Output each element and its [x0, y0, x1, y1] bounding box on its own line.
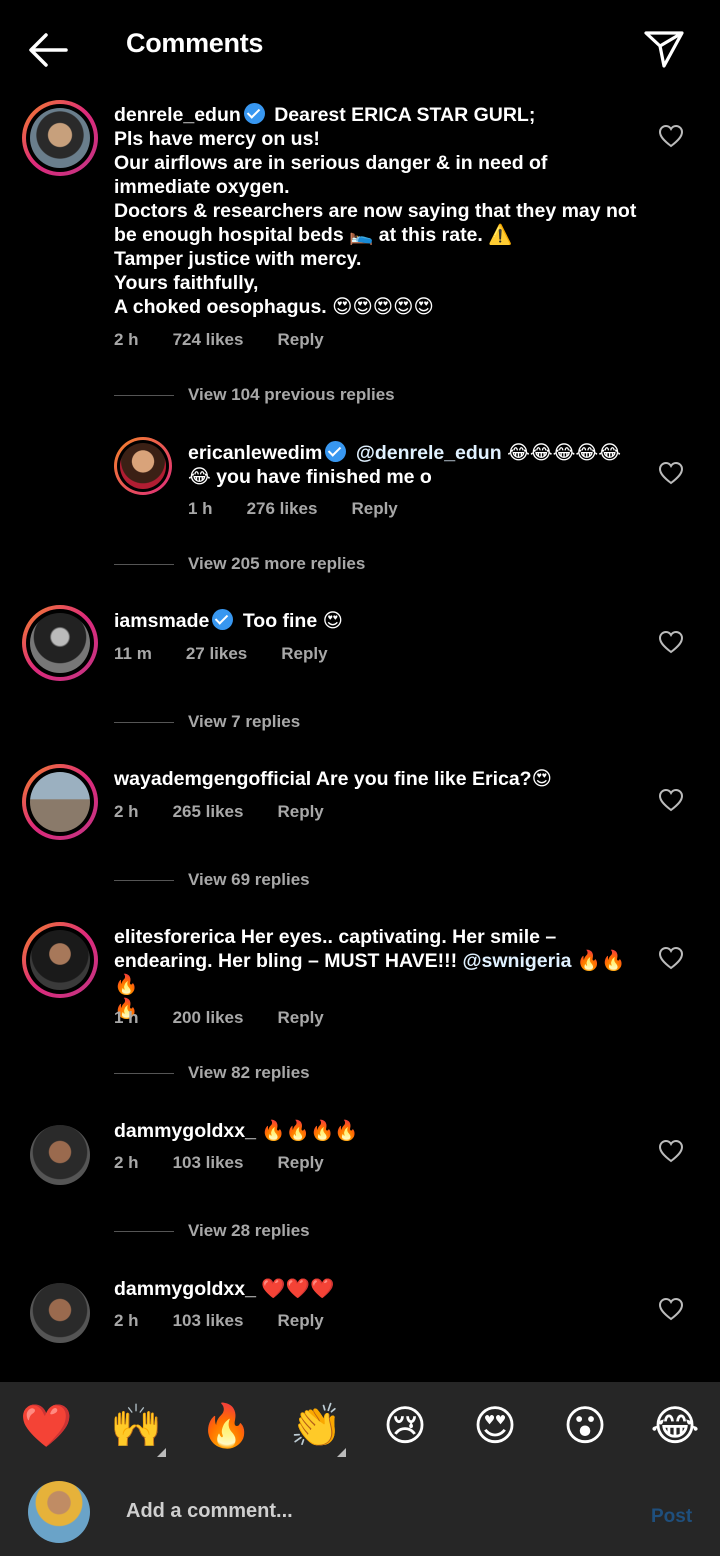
comment-body: 🔥🔥🔥🔥	[261, 1120, 359, 1142]
comment-meta: 11 m 27 likes Reply	[114, 644, 362, 664]
page-title: Comments	[126, 28, 264, 58]
username[interactable]: wayademgengofficial	[114, 768, 311, 790]
username[interactable]: elitesforerica	[114, 926, 235, 948]
reply-button[interactable]: Reply	[277, 1153, 323, 1172]
comment-meta: 1 h 276 likes Reply	[188, 499, 432, 519]
view-replies-button[interactable]: View 82 replies	[114, 1063, 310, 1083]
verified-badge-icon	[243, 103, 265, 124]
comment-text: iamsmade Too fine 😍	[114, 609, 644, 633]
post-button[interactable]: Post	[651, 1506, 692, 1528]
likes-count[interactable]: 276 likes	[247, 499, 318, 518]
heart-icon[interactable]	[658, 630, 684, 654]
reply-button[interactable]: Reply	[277, 1008, 323, 1027]
back-arrow-icon[interactable]	[26, 30, 70, 70]
avatar[interactable]	[114, 437, 172, 495]
mention-link[interactable]: @swnigeria	[463, 950, 572, 972]
comment-input[interactable]: Add a comment...	[126, 1500, 293, 1523]
reply-button[interactable]: Reply	[281, 644, 327, 663]
comment-time: 2 h	[114, 330, 139, 349]
heart-icon[interactable]	[658, 1139, 684, 1163]
view-replies-button[interactable]: View 205 more replies	[114, 554, 365, 574]
comment-time: 1 h	[114, 1008, 139, 1027]
view-replies-button[interactable]: View 104 previous replies	[114, 385, 395, 405]
reply-button[interactable]: Reply	[351, 499, 397, 518]
heart-icon[interactable]	[658, 946, 684, 970]
avatar[interactable]	[22, 1117, 98, 1193]
avatar[interactable]	[22, 922, 98, 998]
view-replies-label: View 104 previous replies	[188, 385, 395, 404]
likes-count[interactable]: 27 likes	[186, 644, 247, 663]
comment-time: 11 m	[114, 644, 152, 663]
username[interactable]: ericanlewedim	[188, 442, 322, 464]
view-replies-label: View 69 replies	[188, 870, 310, 889]
comment-time: 2 h	[114, 1153, 139, 1172]
view-replies-button[interactable]: View 28 replies	[114, 1221, 310, 1241]
avatar[interactable]	[22, 605, 98, 681]
header: Comments	[0, 0, 720, 92]
comment-meta: 2 h 103 likes Reply	[114, 1153, 358, 1173]
username[interactable]: denrele_edun	[114, 104, 241, 126]
likes-count[interactable]: 103 likes	[173, 1311, 244, 1330]
emoji-laughing[interactable]: 😂	[650, 1402, 700, 1450]
view-replies-label: View 82 replies	[188, 1063, 310, 1082]
comment-text: wayademgengofficial Are you fine like Er…	[114, 767, 644, 791]
comment-body: Dearest ERICA STAR GURL; Pls have mercy …	[114, 104, 637, 318]
heart-icon[interactable]	[658, 124, 684, 148]
avatar[interactable]	[22, 1275, 98, 1351]
username[interactable]: dammygoldxx_	[114, 1278, 256, 1300]
skin-tone-indicator-icon	[337, 1448, 346, 1457]
comment-text: dammygoldxx_ ❤️❤️❤️	[114, 1277, 644, 1301]
heart-icon[interactable]	[658, 461, 684, 485]
view-replies-button[interactable]: View 69 replies	[114, 870, 310, 890]
likes-count[interactable]: 265 likes	[173, 802, 244, 821]
comment-body: Are you fine like Erica?😍	[315, 768, 552, 790]
emoji-fire[interactable]: 🔥	[200, 1402, 252, 1450]
mention-link[interactable]: @denrele_edun	[356, 442, 502, 464]
comment-time: 2 h	[114, 802, 139, 821]
heart-icon[interactable]	[658, 788, 684, 812]
comment-text: elitesforerica Her eyes.. captivating. H…	[114, 925, 644, 1021]
view-replies-label: View 28 replies	[188, 1221, 310, 1240]
comment-meta: 1 h 200 likes Reply	[114, 1008, 358, 1028]
comment-text: denrele_edun Dearest ERICA STAR GURL; Pl…	[114, 103, 644, 319]
emoji-raised-hands[interactable]: 🙌	[110, 1402, 162, 1450]
emoji-heart[interactable]: ❤️	[20, 1402, 72, 1450]
reply-button[interactable]: Reply	[277, 1311, 323, 1330]
reply-button[interactable]: Reply	[277, 330, 323, 349]
likes-count[interactable]: 103 likes	[173, 1153, 244, 1172]
verified-badge-icon	[325, 441, 347, 462]
comment-meta: 2 h 265 likes Reply	[114, 802, 358, 822]
view-replies-button[interactable]: View 7 replies	[114, 712, 300, 732]
current-user-avatar	[28, 1481, 90, 1543]
username[interactable]: iamsmade	[114, 610, 209, 632]
view-replies-label: View 205 more replies	[188, 554, 366, 573]
comment-text: dammygoldxx_ 🔥🔥🔥🔥	[114, 1119, 644, 1143]
emoji-heart-eyes[interactable]: 😍	[470, 1402, 520, 1450]
view-replies-label: View 7 replies	[188, 712, 301, 731]
likes-count[interactable]: 200 likes	[173, 1008, 244, 1027]
skin-tone-indicator-icon	[157, 1448, 166, 1457]
emoji-crying[interactable]: 😢	[380, 1402, 430, 1450]
comment-body: Too fine 😍	[242, 610, 343, 632]
verified-badge-icon	[212, 609, 234, 630]
avatar[interactable]	[22, 100, 98, 176]
comment-time: 2 h	[114, 1311, 139, 1330]
comment-meta: 2 h 103 likes Reply	[114, 1311, 358, 1331]
send-icon[interactable]	[642, 28, 686, 70]
likes-count[interactable]: 724 likes	[173, 330, 244, 349]
comment-composer-panel	[0, 1382, 720, 1556]
comment-body: ❤️❤️❤️	[261, 1278, 335, 1300]
emoji-clapping[interactable]: 👏	[290, 1402, 342, 1450]
username[interactable]: dammygoldxx_	[114, 1120, 256, 1142]
reply-button[interactable]: Reply	[277, 802, 323, 821]
heart-icon[interactable]	[658, 1297, 684, 1321]
emoji-surprised[interactable]: 😮	[560, 1402, 610, 1450]
avatar[interactable]	[22, 764, 98, 840]
comment-meta: 2 h 724 likes Reply	[114, 330, 358, 350]
comment-time: 1 h	[188, 499, 213, 518]
comment-text: ericanlewedim @denrele_edun 😂😂😂😂😂 😂 you …	[188, 441, 638, 489]
